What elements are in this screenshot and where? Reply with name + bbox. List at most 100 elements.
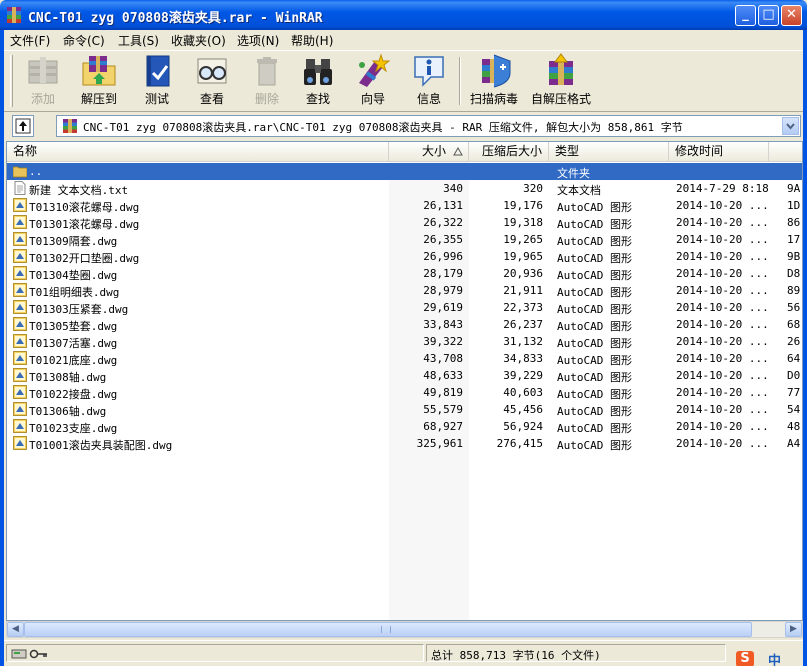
folder-up-icon [13,166,27,178]
file-crc: A4 [787,437,801,450]
ime-indicator[interactable]: S 中 [734,649,807,666]
view-button[interactable]: 查看 [184,53,240,109]
list-item[interactable]: T01303压紧套.dwg 29,619 22,373 AutoCAD 图形 2014-… [7,299,802,316]
list-item[interactable]: T01023支座.dwg 68,927 56,924 AutoCAD 图形 2014-1… [7,418,802,435]
toolbar: 添加 解压到 测试 查看 删除 查找 向导 信息 扫描病毒 自解压格式 [4,50,803,112]
file-crc: 68 [787,318,801,331]
file-modified: 2014-10-20 ... [676,233,768,246]
sfx-button[interactable]: 自解压格式 [531,53,591,109]
column-header-type[interactable]: 类型 [549,142,669,162]
file-crc: D8 [787,267,801,280]
file-modified: 2014-10-20 ... [676,403,768,416]
menu-help[interactable]: 帮助(H) [291,32,333,49]
column-header-size[interactable]: 大小 [389,142,469,162]
extract-to-button[interactable]: 解压到 [71,53,127,109]
test-button[interactable]: 测试 [129,53,185,109]
list-item[interactable]: T01301滚花螺母.dwg 26,322 19,318 AutoCAD 图形 2014… [7,214,802,231]
file-size: 26,322 [423,216,463,229]
virus-scan-button[interactable]: 扫描病毒 [466,53,522,109]
file-size: 26,996 [423,250,463,263]
file-packed-size: 31,132 [503,335,543,348]
file-size: 29,619 [423,301,463,314]
info-icon [414,56,444,87]
list-item[interactable]: T01307活塞.dwg 39,322 31,132 AutoCAD 图形 2014-1… [7,333,802,350]
file-crc: 86 [787,216,801,229]
column-header-modified[interactable]: 修改时间 [669,142,769,162]
list-header: 名称 大小 压缩后大小 类型 修改时间 [7,142,802,162]
add-button[interactable]: 添加 [15,53,71,109]
find-binoculars-icon [304,59,332,85]
file-modified: 2014-10-20 ... [676,250,768,263]
add-archive-icon [28,57,58,84]
menu-favorites[interactable]: 收藏夹(O) [171,32,226,49]
minimize-button[interactable]: _ [735,5,756,26]
chevron-down-icon [786,123,795,130]
extract-folder-icon [82,56,116,86]
file-type: AutoCAD 图形 [557,354,632,367]
file-type: AutoCAD 图形 [557,235,632,248]
list-item[interactable]: T01310滚花螺母.dwg 26,131 19,176 AutoCAD 图形 2014… [7,197,802,214]
list-item[interactable]: T01308轴.dwg 48,633 39,229 AutoCAD 图形 2014-10… [7,367,802,384]
list-item[interactable]: T01302开口垫圈.dwg 26,996 19,965 AutoCAD 图形 2014… [7,248,802,265]
up-folder-button[interactable] [12,115,34,137]
file-modified: 2014-10-20 ... [676,386,768,399]
maximize-button[interactable]: □ [758,5,779,26]
file-name: T01307活塞.dwg [29,337,118,350]
address-dropdown-button[interactable] [782,117,799,135]
file-packed-size: 19,318 [503,216,543,229]
address-field[interactable]: CNC-T01 zyg 070808滚齿夹具.rar\CNC-T01 zyg 0… [56,115,801,137]
file-name: T01023支座.dwg [29,422,118,435]
file-size: 26,355 [423,233,463,246]
dwg-file-icon [13,198,27,212]
list-item[interactable]: T01022接盘.dwg 49,819 40,603 AutoCAD 图形 2014-1… [7,384,802,401]
list-item[interactable]: T01304垫圈.dwg 28,179 20,936 AutoCAD 图形 2014-1… [7,265,802,282]
title-bar: CNC-T01 zyg 070808滚齿夹具.rar - WinRAR _ □ … [0,0,807,30]
menu-file[interactable]: 文件(F) [10,32,50,49]
up-arrow-icon [15,118,31,134]
scroll-thumb[interactable] [24,622,752,637]
list-item[interactable]: T01305垫套.dwg 33,843 26,237 AutoCAD 图形 2014-1… [7,316,802,333]
window-title: CNC-T01 zyg 070808滚齿夹具.rar - WinRAR [28,11,323,26]
column-header-name[interactable]: 名称 [7,142,389,162]
file-modified: 2014-10-20 ... [676,335,768,348]
status-left-panel [6,644,424,662]
list-item[interactable]: T01组明细表.dwg 28,979 21,911 AutoCAD 图形 2014-10… [7,282,802,299]
column-header-packed[interactable]: 压缩后大小 [469,142,549,162]
file-crc: 9A [787,182,801,195]
menu-options[interactable]: 选项(N) [237,32,279,49]
column-header-extra[interactable] [769,142,802,162]
address-bar: CNC-T01 zyg 070808滚齿夹具.rar\CNC-T01 zyg 0… [4,112,803,140]
file-size: 325,961 [416,437,463,450]
wizard-button[interactable]: 向导 [345,53,401,109]
list-item[interactable]: 新建 文本文档.txt 340 320 文本文档 2014-7-29 8:18 9A [7,180,802,197]
scroll-right-button[interactable]: ▶ [785,622,802,637]
find-button[interactable]: 查找 [290,53,346,109]
list-item[interactable]: T01306轴.dwg 55,579 45,456 AutoCAD 图形 2014-10… [7,401,802,418]
list-item[interactable]: .. 文件夹 [7,163,802,180]
horizontal-scrollbar[interactable]: ◀ ▶ [6,621,803,638]
dwg-file-icon [13,419,27,433]
scroll-left-button[interactable]: ◀ [7,622,24,637]
list-item[interactable]: T01001滚齿夹具装配图.dwg 325,961 276,415 AutoCAD 图… [7,435,802,452]
dwg-file-icon [13,317,27,331]
dwg-file-icon [13,232,27,246]
close-button[interactable]: ✕ [781,5,802,26]
drive-key-icon[interactable] [11,647,51,661]
file-crc: 17 [787,233,801,246]
file-packed-size: 45,456 [503,403,543,416]
menu-tools[interactable]: 工具(S) [118,32,159,49]
file-name: 新建 文本文档.txt [29,184,129,197]
file-crc: 64 [787,352,801,365]
file-crc: 77 [787,386,801,399]
delete-button[interactable]: 删除 [239,53,295,109]
file-type: AutoCAD 图形 [557,439,632,452]
sogou-logo-icon: S [736,651,754,666]
list-item[interactable]: T01021底座.dwg 43,708 34,833 AutoCAD 图形 2014-1… [7,350,802,367]
file-packed-size: 22,373 [503,301,543,314]
status-total-text: 总计 858,713 字节(16 个文件) [431,649,601,662]
list-item[interactable]: T01309隔套.dwg 26,355 19,265 AutoCAD 图形 2014-1… [7,231,802,248]
info-button[interactable]: 信息 [401,53,457,109]
menu-commands[interactable]: 命令(C) [63,32,105,49]
address-path-text: CNC-T01 zyg 070808滚齿夹具.rar\CNC-T01 zyg 0… [83,121,683,134]
dwg-file-icon [13,334,27,348]
